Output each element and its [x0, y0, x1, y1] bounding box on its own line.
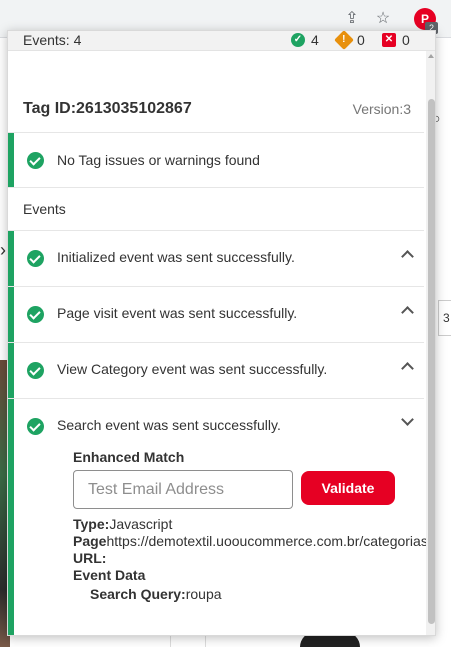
test-email-input[interactable]: [73, 470, 293, 509]
star-icon[interactable]: ☆: [374, 10, 392, 28]
events-summary-bar: Events: 4 ✓ 4 ! 0 ✕ 0: [8, 31, 435, 51]
error-stat: ✕ 0: [382, 32, 410, 48]
scroll-thumb[interactable]: [428, 99, 435, 624]
validate-button[interactable]: Validate: [301, 471, 395, 505]
event-row-search[interactable]: Search event was sent successfully. Enha…: [8, 399, 428, 635]
detail-page-value: https://demotextil.uooucommerce.com.br/c…: [106, 533, 428, 549]
detail-search-query-key: Search Query:: [90, 586, 186, 602]
detail-search-query: Search Query:roupa: [90, 586, 222, 602]
background-arrow-icon: ›: [0, 240, 6, 260]
detail-type-value: Javascript: [109, 516, 173, 532]
event-text: Page visit event was sent successfully.: [57, 305, 298, 321]
popup-scrollbar[interactable]: [426, 51, 435, 635]
popup-content: Tag ID:2613035102867 Version:3 No Tag is…: [8, 51, 428, 635]
check-circle-icon: [27, 250, 44, 267]
events-count: Events: 4: [23, 32, 82, 48]
detail-event-data-key: Event Data: [73, 567, 146, 583]
detail-url: URL:: [73, 550, 106, 566]
warning-stat: ! 0: [334, 31, 365, 50]
detail-type-key: Type:: [73, 516, 110, 532]
event-row-page-visit[interactable]: Page visit event was sent successfully.: [8, 287, 424, 343]
error-icon: ✕: [382, 33, 396, 47]
success-count: 4: [311, 32, 319, 48]
event-row-view-category[interactable]: View Category event was sent successfull…: [8, 343, 424, 399]
event-text: Initialized event was sent successfully.: [57, 249, 295, 265]
events-heading: Events: [8, 188, 424, 231]
chevron-up-icon[interactable]: [402, 305, 412, 315]
tag-issues-text: No Tag issues or warnings found: [57, 152, 260, 168]
chevron-up-icon[interactable]: [402, 361, 412, 371]
check-circle-icon: [27, 418, 44, 435]
background-field: 3: [438, 300, 451, 336]
detail-page: Pagehttps://demotextil.uooucommerce.com.…: [73, 533, 428, 549]
detail-url-key: URL:: [73, 550, 107, 566]
check-circle-icon: [27, 152, 44, 169]
detail-page-key: Page: [73, 533, 107, 549]
enhanced-match-title: Enhanced Match: [73, 449, 185, 465]
warning-icon: !: [334, 31, 354, 50]
chevron-down-icon[interactable]: [402, 415, 412, 425]
error-count: 0: [402, 32, 410, 48]
check-circle-icon: [27, 306, 44, 323]
event-text: View Category event was sent successfull…: [57, 361, 328, 377]
warning-count: 0: [357, 32, 365, 48]
events-heading-label: Events: [23, 201, 66, 217]
detail-type: Type:Javascript: [73, 516, 172, 532]
event-text: Search event was sent successfully.: [57, 417, 281, 433]
detail-search-query-value: roupa: [185, 586, 222, 602]
detail-event-data: Event Data: [73, 567, 145, 583]
check-circle-icon: [27, 362, 44, 379]
chevron-up-icon[interactable]: [402, 249, 412, 259]
tag-issues-row: No Tag issues or warnings found: [8, 133, 424, 188]
success-stat: ✓ 4: [291, 32, 319, 48]
tag-header: Tag ID:2613035102867 Version:3: [8, 51, 424, 133]
event-row-initialized[interactable]: Initialized event was sent successfully.: [8, 231, 424, 287]
check-circle-icon: ✓: [291, 33, 305, 47]
tag-helper-popup: Events: 4 ✓ 4 ! 0 ✕ 0 Tag ID:26130351028…: [7, 30, 436, 636]
tag-id: Tag ID:2613035102867: [23, 100, 192, 117]
share-icon[interactable]: ⇪: [343, 10, 361, 28]
tag-version: Version:3: [352, 101, 411, 117]
scroll-up-arrow-icon[interactable]: [428, 54, 434, 58]
